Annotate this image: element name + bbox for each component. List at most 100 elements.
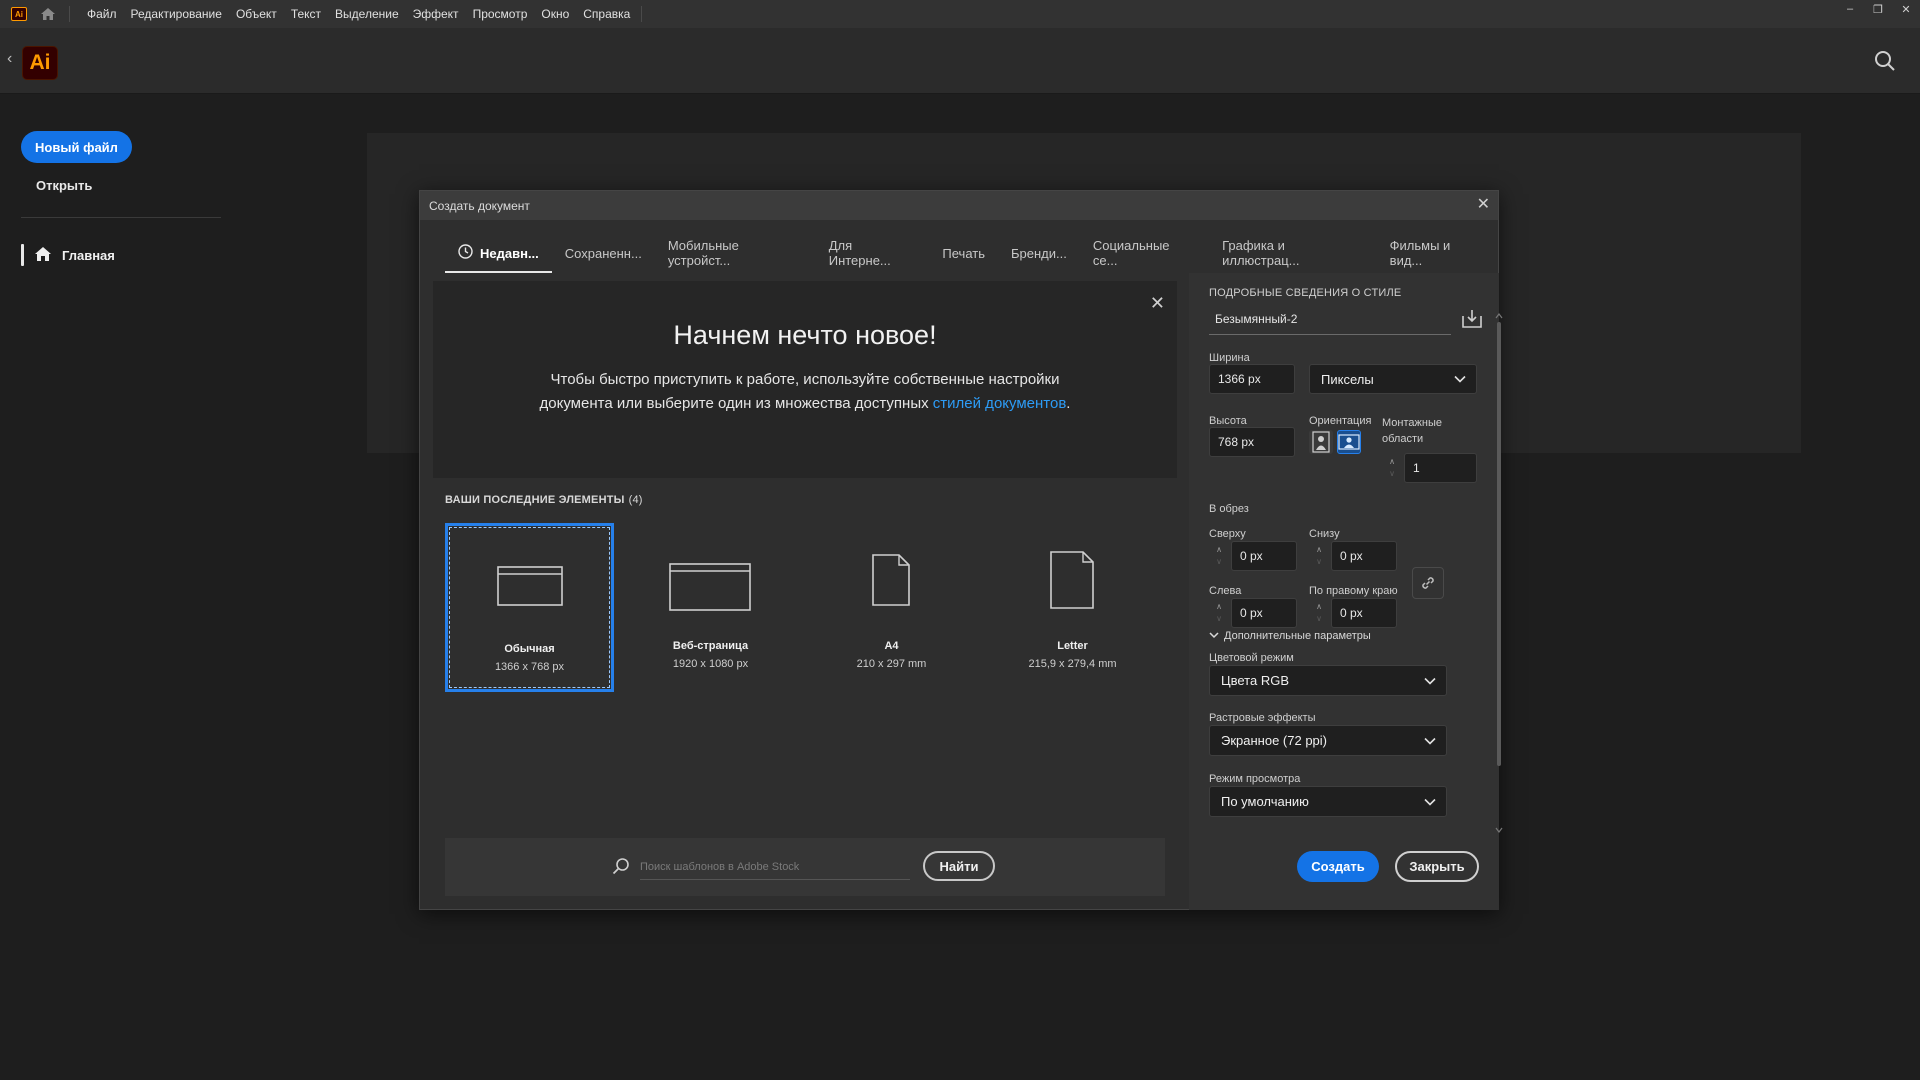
home-icon[interactable] [37, 3, 59, 25]
color-mode-value: Цвета RGB [1221, 673, 1289, 688]
preview-mode-dropdown[interactable]: По умолчанию [1209, 786, 1447, 817]
menu-edit[interactable]: Редактирование [124, 7, 229, 21]
find-button[interactable]: Найти [923, 851, 995, 881]
menu-separator [69, 6, 70, 22]
close-button[interactable]: Закрыть [1395, 851, 1479, 882]
artboards-label-line1: Монтажные [1382, 417, 1442, 429]
bleed-label: В обрез [1209, 503, 1249, 515]
color-mode-label: Цветовой режим [1209, 652, 1294, 664]
portrait-doc-icon [872, 554, 910, 606]
menu-select[interactable]: Выделение [328, 7, 406, 21]
welcome-text: Чтобы быстро приступить к работе, исполь… [533, 368, 1077, 416]
app-header: ‹ Ai [0, 28, 1920, 94]
tab-film[interactable]: Фильмы и вид... [1377, 233, 1498, 273]
bleed-top-label: Сверху [1209, 528, 1246, 540]
dialog-title-bar: Создать документ ✕ [420, 191, 1498, 220]
menu-window[interactable]: Окно [534, 7, 576, 21]
dialog-title: Создать документ [429, 198, 530, 213]
tab-recent[interactable]: Недавн... [445, 233, 552, 273]
menu-bar: Ai Файл Редактирование Объект Текст Выде… [0, 0, 1920, 28]
preset-card-web[interactable]: Веб-страница 1920 x 1080 px [626, 523, 795, 692]
search-icon [612, 857, 630, 880]
document-name-field[interactable]: Безымянный-2 [1209, 303, 1451, 335]
preset-card-a4[interactable]: A4 210 x 297 mm [807, 523, 976, 692]
menu-object[interactable]: Объект [229, 7, 284, 21]
orientation-label: Ориентация [1309, 415, 1372, 427]
sidebar-divider [21, 217, 221, 218]
preset-size: 210 x 297 mm [856, 658, 927, 670]
close-window-icon[interactable]: ✕ [1892, 0, 1920, 18]
active-indicator [21, 244, 24, 266]
preset-tabs: Недавн... Сохраненн... Мобильные устройс… [445, 233, 1498, 273]
preset-size: 1920 x 1080 px [672, 658, 749, 670]
landscape-orientation-icon[interactable] [1337, 430, 1361, 454]
back-chevron-icon[interactable]: ‹ [7, 50, 12, 68]
chevron-down-icon [1454, 372, 1466, 387]
bleed-top-field[interactable]: 0 px [1231, 541, 1297, 571]
tab-web[interactable]: Для Интерне... [816, 233, 930, 273]
stock-search-input[interactable] [640, 854, 910, 880]
preset-card-letter[interactable]: Letter 215,9 x 279,4 mm [988, 523, 1157, 692]
artboards-stepper[interactable]: ∧ ∨ [1382, 453, 1402, 483]
artboards-field[interactable]: 1 [1404, 453, 1477, 483]
sidebar-item-label: Главная [62, 247, 115, 263]
tab-social[interactable]: Социальные се... [1080, 233, 1209, 273]
recent-items-header: ВАШИ ПОСЛЕДНИЕ ЭЛЕМЕНТЫ (4) [445, 494, 643, 506]
bleed-right-field[interactable]: 0 px [1331, 598, 1397, 628]
bleed-right-label: По правому краю [1309, 585, 1398, 597]
tab-branding[interactable]: Бренди... [998, 233, 1080, 273]
tab-saved[interactable]: Сохраненн... [552, 233, 655, 273]
save-preset-icon[interactable] [1461, 309, 1483, 334]
close-icon[interactable]: ✕ [1477, 197, 1490, 213]
document-styles-link[interactable]: стилей документов [933, 395, 1067, 412]
preset-name: A4 [884, 640, 899, 652]
close-icon[interactable]: ✕ [1150, 293, 1165, 314]
bleed-left-field[interactable]: 0 px [1231, 598, 1297, 628]
units-value: Пикселы [1321, 371, 1374, 387]
link-bleed-icon[interactable] [1412, 567, 1444, 599]
sidebar-item-home[interactable]: Главная [21, 244, 115, 266]
create-button[interactable]: Создать [1297, 851, 1379, 882]
stock-search-bar: Найти [445, 838, 1165, 896]
tab-print[interactable]: Печать [929, 233, 998, 273]
preset-size: 215,9 x 279,4 mm [1028, 658, 1117, 670]
bleed-bottom-field[interactable]: 0 px [1331, 541, 1397, 571]
tab-label: Недавн... [480, 245, 539, 261]
new-file-button[interactable]: Новый файл [21, 131, 132, 163]
raster-effects-dropdown[interactable]: Экранное (72 ppi) [1209, 725, 1447, 756]
bleed-bottom-stepper[interactable]: ∧ ∨ [1309, 541, 1329, 571]
clock-icon [458, 244, 473, 262]
bleed-left-stepper[interactable]: ∧ ∨ [1209, 598, 1229, 628]
menu-type[interactable]: Текст [284, 7, 328, 21]
welcome-text-end: . [1066, 395, 1071, 412]
restore-icon[interactable]: ❐ [1864, 0, 1892, 18]
menu-help[interactable]: Справка [576, 7, 637, 21]
portrait-doc-icon [1050, 551, 1094, 609]
open-link[interactable]: Открыть [36, 178, 92, 193]
bleed-right-stepper[interactable]: ∧ ∨ [1309, 598, 1329, 628]
height-field[interactable]: 768 px [1209, 427, 1295, 457]
create-document-dialog: Создать документ ✕ Недавн... Сохраненн..… [419, 190, 1499, 910]
menu-file[interactable]: Файл [80, 7, 124, 21]
tab-mobile[interactable]: Мобильные устройст... [655, 233, 816, 273]
menu-effect[interactable]: Эффект [406, 7, 466, 21]
advanced-options-toggle[interactable]: Дополнительные параметры [1209, 630, 1371, 642]
welcome-heading: Начнем нечто новое! [673, 320, 937, 350]
menu-view[interactable]: Просмотр [466, 7, 535, 21]
landscape-doc-icon [669, 563, 751, 611]
bleed-top-stepper[interactable]: ∧ ∨ [1209, 541, 1229, 571]
tab-graphics[interactable]: Графика и иллюстрац... [1209, 233, 1377, 273]
height-label: Высота [1209, 415, 1247, 427]
scrollbar-thumb[interactable] [1497, 322, 1501, 766]
details-scrollbar[interactable] [1495, 312, 1503, 833]
preview-mode-value: По умолчанию [1221, 794, 1309, 809]
search-icon[interactable] [1874, 50, 1896, 77]
width-field[interactable]: 1366 px [1209, 364, 1295, 394]
minimize-icon[interactable]: – [1836, 0, 1864, 18]
color-mode-dropdown[interactable]: Цвета RGB [1209, 665, 1447, 696]
app-icon: Ai [11, 7, 27, 21]
portrait-orientation-icon[interactable] [1309, 430, 1333, 454]
preset-card-default[interactable]: Обычная 1366 x 768 px [445, 523, 614, 692]
units-dropdown[interactable]: Пикселы [1309, 364, 1477, 394]
landscape-doc-icon [497, 566, 563, 606]
